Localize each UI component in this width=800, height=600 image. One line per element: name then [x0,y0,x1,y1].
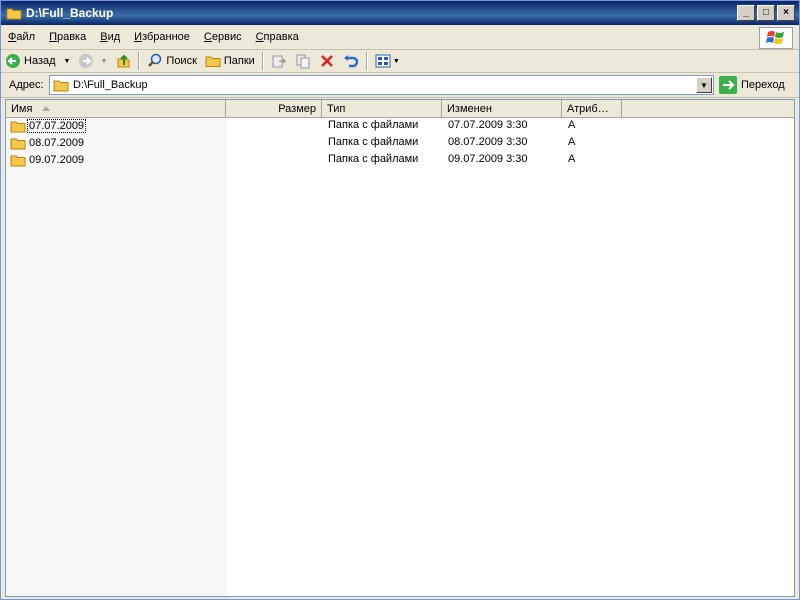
address-value: D:\Full_Backup [73,79,148,91]
menu-favorites[interactable]: Избранное [127,31,197,43]
folder-icon [53,80,69,92]
search-label: Поиск [166,55,197,67]
forward-arrow-icon [79,54,94,68]
file-attributes: A [568,136,576,148]
views-button[interactable]: ▼ [371,51,404,71]
folder-icon [10,121,26,133]
toolbar: Назад ▼ ▼ Поиск Папки ▼ [1,50,799,73]
folder-icon [6,8,22,20]
file-name: 07.07.2009 [26,119,87,133]
table-row[interactable]: 07.07.2009 Папка с файлами 07.07.2009 3:… [6,118,794,135]
windows-logo-icon [759,27,793,49]
move-to-button[interactable] [267,51,291,71]
column-header: Имя Размер Тип Изменен Атриб… [6,100,794,118]
menu-help[interactable]: Справка [249,31,306,43]
table-row[interactable]: 08.07.2009 Папка с файлами 08.07.2009 3:… [6,135,794,152]
move-to-icon [272,55,286,68]
file-name: 09.07.2009 [29,154,85,166]
maximize-button[interactable]: □ [757,5,775,21]
file-type: Папка с файлами [328,136,419,148]
back-dropdown-icon[interactable]: ▼ [64,58,71,65]
column-header-modified[interactable]: Изменен [442,100,562,117]
table-row[interactable]: 09.07.2009 Папка с файлами 09.07.2009 3:… [6,152,794,169]
sort-ascending-icon [42,106,51,111]
folder-up-icon [117,54,130,68]
address-dropdown-button[interactable]: ▼ [696,77,712,93]
toolbar-separator [261,52,264,70]
up-button[interactable] [111,51,135,71]
file-type: Папка с файлами [328,119,419,131]
menu-file[interactable]: Файл [1,31,42,43]
file-modified: 09.07.2009 3:30 [448,153,528,165]
file-name: 08.07.2009 [29,137,85,149]
forward-dropdown-icon[interactable]: ▼ [100,58,107,65]
folders-label: Папки [223,55,255,67]
file-type: Папка с файлами [328,153,419,165]
back-label: Назад [24,55,56,67]
window-title: D:\Full_Backup [26,6,114,20]
go-label: Переход [741,79,785,91]
delete-button[interactable] [315,51,339,71]
sorted-column-shade [6,100,226,596]
search-button[interactable]: Поиск [143,51,200,71]
views-icon [375,54,391,68]
address-label: Адрес: [9,79,44,91]
file-attributes: A [568,153,576,165]
column-header-attributes[interactable]: Атриб… [562,100,622,117]
address-input[interactable]: D:\Full_Backup ▼ [49,75,714,95]
folders-button[interactable]: Папки [201,51,259,71]
file-modified: 07.07.2009 3:30 [448,119,528,131]
back-button[interactable]: Назад ▼ [1,51,74,71]
undo-button[interactable] [339,51,363,71]
column-header-type[interactable]: Тип [322,100,442,117]
folder-icon [10,155,26,167]
search-icon [148,53,162,67]
folders-icon [205,56,221,67]
go-button[interactable]: Переход [719,76,785,94]
column-header-size[interactable]: Размер [226,100,322,117]
undo-icon [343,55,359,68]
address-bar: Адрес: D:\Full_Backup ▼ Переход [1,73,799,98]
file-list[interactable]: Имя Размер Тип Изменен Атриб… 07.07.2009… [5,99,795,597]
toolbar-separator [138,52,141,70]
explorer-window: D:\Full_Backup _ □ × Файл Правка Вид Изб… [0,0,800,600]
file-modified: 08.07.2009 3:30 [448,136,528,148]
forward-button[interactable]: ▼ [74,51,111,71]
menu-view[interactable]: Вид [93,31,127,43]
go-arrow-icon [719,76,737,94]
menu-tools[interactable]: Сервис [197,31,249,43]
views-dropdown-icon[interactable]: ▼ [393,58,400,65]
file-attributes: A [568,119,576,131]
column-header-name[interactable]: Имя [6,100,226,117]
back-arrow-icon [6,54,20,68]
delete-icon [320,55,333,67]
close-button[interactable]: × [777,5,795,21]
menu-edit[interactable]: Правка [42,31,93,43]
copy-to-icon [296,54,310,69]
toolbar-separator [365,52,368,70]
copy-to-button[interactable] [291,51,315,71]
menu-bar: Файл Правка Вид Избранное Сервис Справка [1,25,799,50]
folder-icon [10,138,26,150]
minimize-button[interactable]: _ [737,5,755,21]
title-bar[interactable]: D:\Full_Backup _ □ × [1,1,799,25]
